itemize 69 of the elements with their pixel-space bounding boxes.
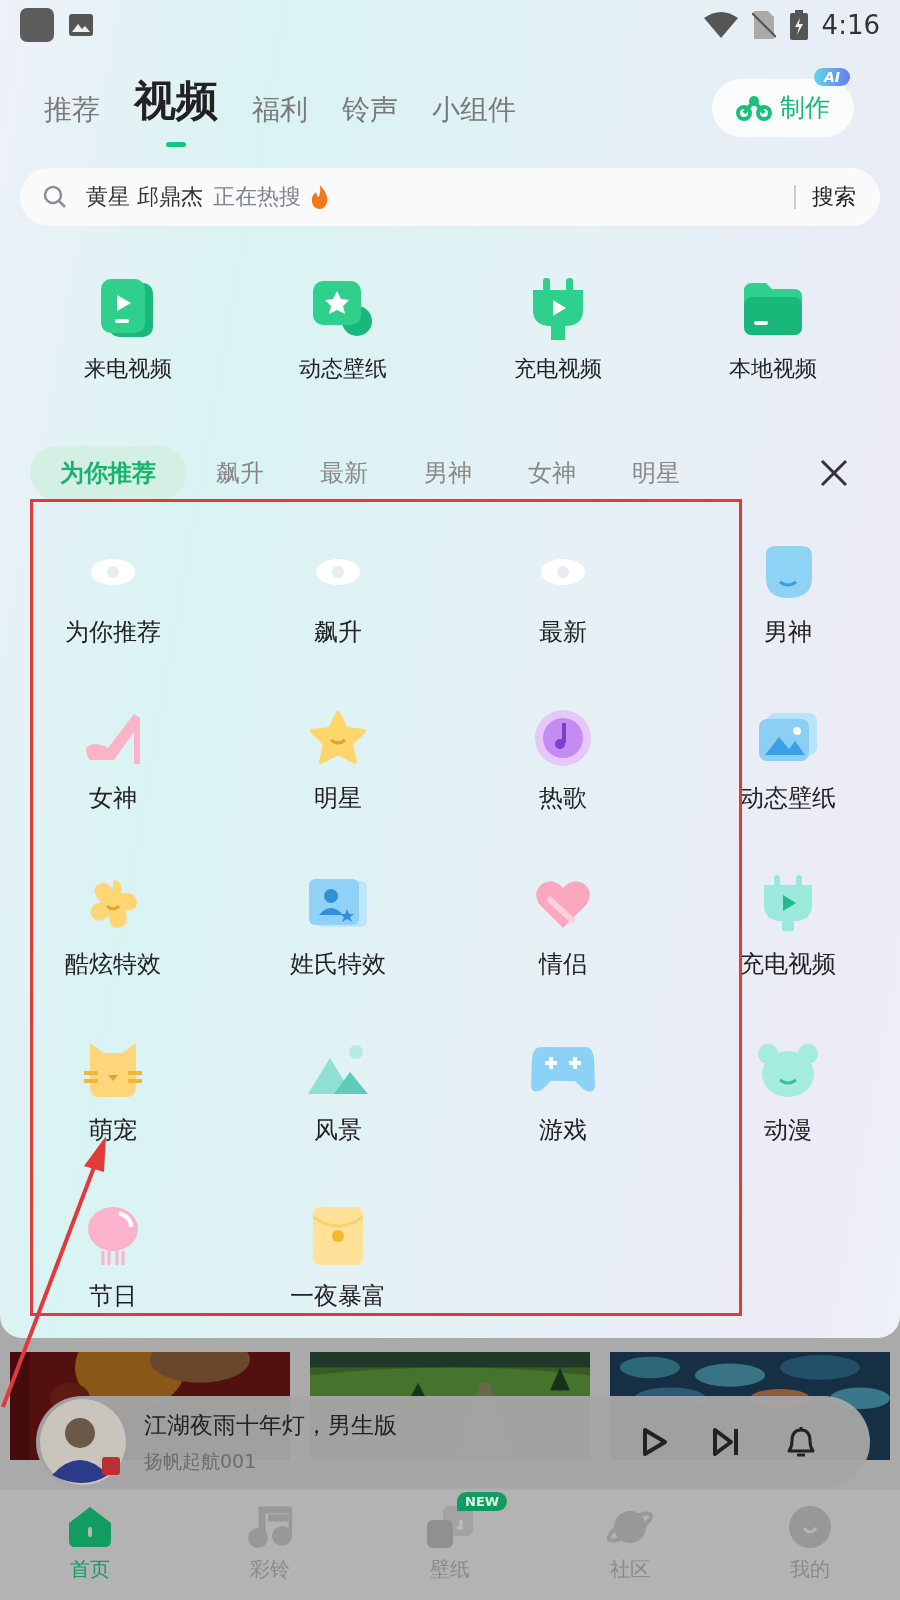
- nav-tab[interactable]: 福利: [252, 90, 308, 143]
- battery-charging-icon: [789, 10, 808, 40]
- lantern-icon: [86, 1205, 139, 1267]
- play-phone-icon: [100, 279, 155, 339]
- wallpaper-icon: [427, 1506, 473, 1548]
- category-item[interactable]: 为你推荐: [0, 510, 225, 676]
- category-item[interactable]: 游戏: [450, 1008, 675, 1174]
- heart-icon: [533, 878, 592, 930]
- shortcut-button[interactable]: 来电视频: [20, 278, 235, 408]
- category-item[interactable]: 充电视频: [675, 842, 900, 1008]
- search-button[interactable]: 搜索: [812, 182, 856, 212]
- search-icon: [42, 184, 68, 210]
- search-query: 黄星 邱鼎杰: [86, 183, 203, 211]
- search-field[interactable]: 黄星 邱鼎杰 正在热搜 搜索: [20, 168, 880, 226]
- trending-label: 正在热搜: [213, 183, 301, 211]
- category-item[interactable]: 情侣: [450, 842, 675, 1008]
- app-icon: [20, 8, 54, 42]
- envelope-icon: [312, 1207, 363, 1265]
- ai-badge: AI: [813, 68, 850, 86]
- star-icon: [308, 710, 367, 766]
- play-icon[interactable]: [642, 1427, 668, 1457]
- image-icon: [68, 13, 94, 37]
- plug-icon: [761, 875, 814, 933]
- category-item[interactable]: 女神: [0, 676, 225, 842]
- no-sim-icon: [751, 11, 776, 39]
- music-disc-icon: [533, 709, 592, 767]
- category-item[interactable]: 飙升: [225, 510, 450, 676]
- contact-card-icon: [308, 879, 367, 929]
- category-item[interactable]: 最新: [450, 510, 675, 676]
- category-item[interactable]: 明星: [225, 676, 450, 842]
- music-note-icon: [248, 1506, 292, 1548]
- smile-face-icon: [789, 1506, 831, 1548]
- clock-time: 4:16: [821, 10, 880, 40]
- category-item[interactable]: 风景: [225, 1008, 450, 1174]
- eye-icon: [314, 557, 361, 587]
- category-item[interactable]: 姓氏特效: [225, 842, 450, 1008]
- category-item[interactable]: 节日: [0, 1174, 225, 1340]
- shortcut-button[interactable]: 动态壁纸: [235, 278, 450, 408]
- star-photo-icon: [312, 281, 373, 337]
- category-item[interactable]: 男神: [675, 510, 900, 676]
- shortcut-button[interactable]: 充电视频: [450, 278, 665, 408]
- eye-icon: [89, 557, 136, 587]
- shortcut-button[interactable]: 本地视频: [665, 278, 880, 408]
- cat-icon: [83, 1041, 142, 1099]
- category-item[interactable]: 动漫: [675, 1008, 900, 1174]
- new-badge: NEW: [457, 1492, 508, 1511]
- wifi-icon: [703, 12, 738, 38]
- mountain-icon: [307, 1044, 368, 1096]
- close-icon[interactable]: [820, 459, 848, 487]
- category-item[interactable]: 萌宠: [0, 1008, 225, 1174]
- fire-icon: [311, 185, 329, 209]
- bear-icon: [757, 1042, 818, 1098]
- plug-icon: [532, 278, 583, 340]
- nav-tab[interactable]: 推荐: [44, 90, 100, 143]
- eye-icon: [539, 557, 586, 587]
- category-item[interactable]: 热歌: [450, 676, 675, 842]
- home-icon: [69, 1507, 111, 1547]
- nav-tab[interactable]: 小组件: [432, 90, 516, 143]
- category-item[interactable]: 动态壁纸: [675, 676, 900, 842]
- folder-icon: [743, 283, 802, 335]
- nav-tab[interactable]: 铃声: [342, 90, 398, 143]
- category-item[interactable]: 一夜暴富: [225, 1174, 450, 1340]
- image-icon: [758, 713, 817, 763]
- song-title: 江湖夜雨十年灯，男生版: [144, 1410, 397, 1440]
- avatar-icon: [40, 1399, 126, 1485]
- artist-name: 扬帆起航001: [144, 1448, 258, 1474]
- category-item[interactable]: 酷炫特效: [0, 842, 225, 1008]
- skip-next-icon[interactable]: [712, 1427, 740, 1457]
- bike-icon: [736, 94, 772, 121]
